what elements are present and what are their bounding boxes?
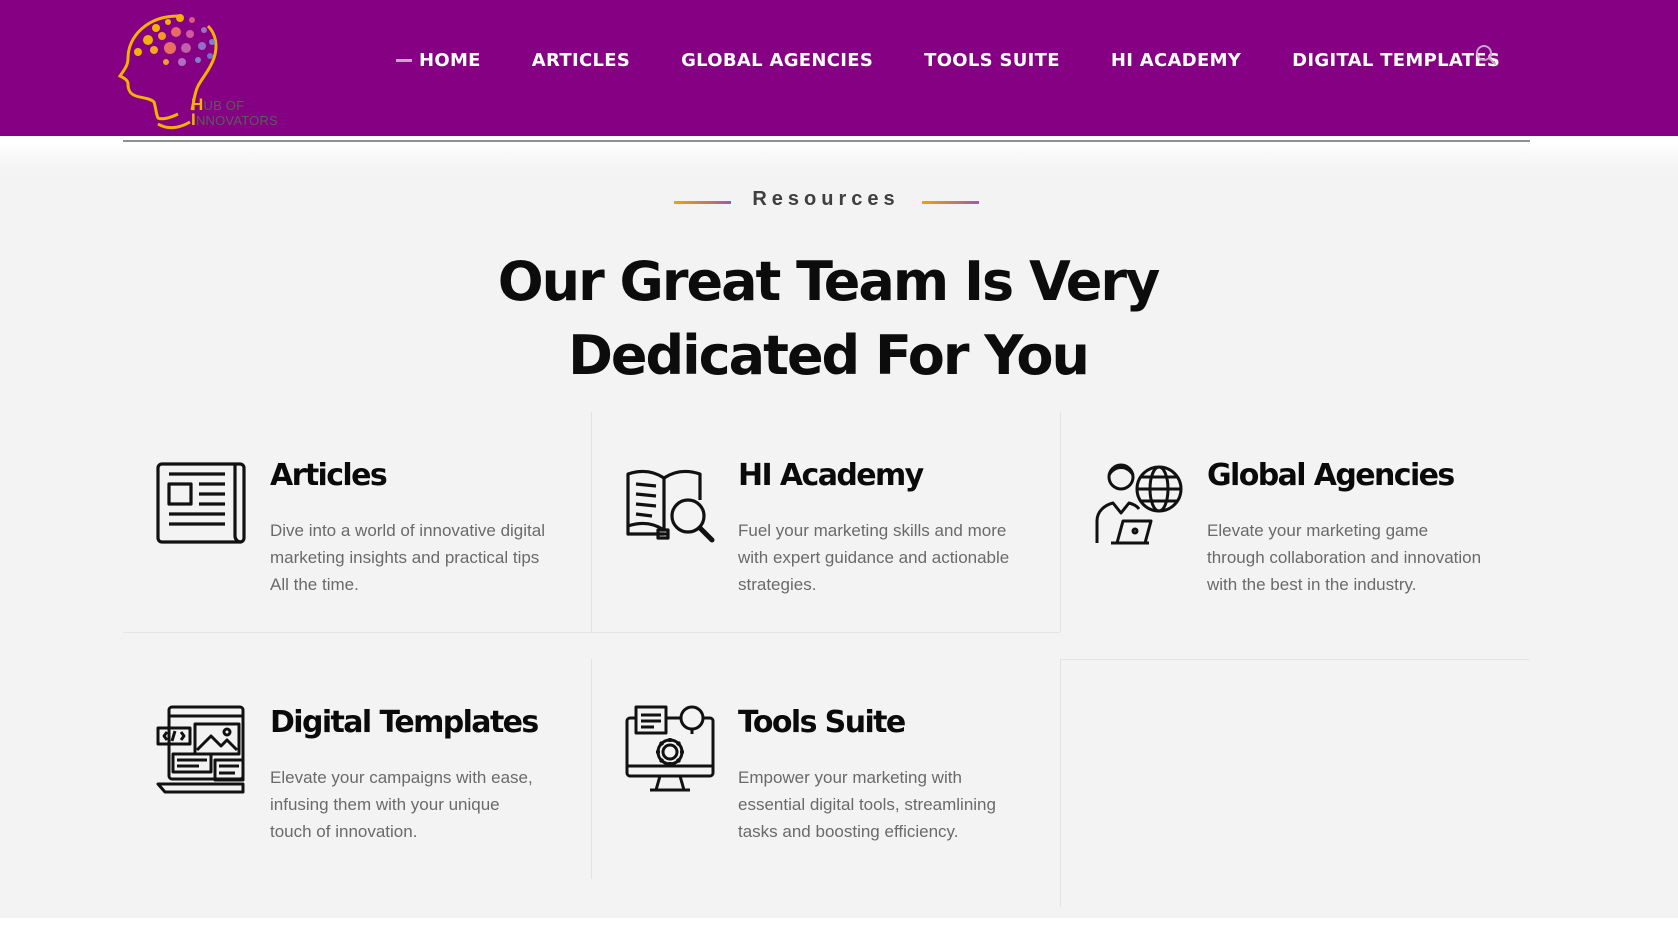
nav-item-home[interactable]: HOME xyxy=(396,50,481,71)
nav-label-home[interactable]: HOME xyxy=(419,50,481,71)
card-title-tools-suite[interactable]: Tools Suite xyxy=(738,705,906,740)
card-desc-digital-templates: Elevate your campaigns with ease, infusi… xyxy=(270,768,533,841)
card-title-digital-templates[interactable]: Digital Templates xyxy=(270,705,539,740)
card-desc-global-agencies: Elevate your marketing game through coll… xyxy=(1207,521,1482,594)
card-title-global-agencies[interactable]: Global Agencies xyxy=(1207,458,1455,493)
book-search-icon xyxy=(624,460,716,552)
card-desc-hi-academy: Fuel your marketing skills and more with… xyxy=(738,521,1010,594)
logo-wordmark: HUB OF INNOVATORS xyxy=(191,96,278,129)
grid-divider-v1 xyxy=(591,412,592,632)
search-icon[interactable] xyxy=(1474,43,1498,67)
grid-divider-v3 xyxy=(591,659,592,879)
grid-divider-v4 xyxy=(1060,659,1061,907)
active-indicator xyxy=(396,58,412,62)
section-headline: Our Great Team Is Very Dedicated For You xyxy=(0,245,1656,393)
header-shadow-band xyxy=(0,142,1678,170)
logo-text-line1: UB OF xyxy=(203,98,245,113)
card-desc-tools-suite: Empower your marketing with essential di… xyxy=(738,768,996,841)
nav-item-articles[interactable]: ARTICLES xyxy=(532,50,630,71)
templates-icon xyxy=(155,704,247,796)
nav-item-global-agencies[interactable]: GLOBAL AGENCIES xyxy=(681,50,873,71)
grid-divider-v2 xyxy=(1060,412,1061,632)
eyebrow-line-right xyxy=(922,201,979,204)
newspaper-icon xyxy=(155,460,247,552)
grid-divider-h1 xyxy=(123,632,1060,633)
headline-line-2: Dedicated For You xyxy=(568,324,1090,387)
nav-item-digital-templates[interactable]: DIGITAL TEMPLATES xyxy=(1292,50,1500,71)
nav-item-tools-suite[interactable]: TOOLS SUITE xyxy=(924,50,1060,71)
logo-text-line2: NNOVATORS xyxy=(195,113,278,128)
headline-line-1: Our Great Team Is Very xyxy=(497,250,1161,313)
grid-divider-h2 xyxy=(1060,659,1530,660)
agent-globe-icon xyxy=(1093,457,1185,549)
nav-item-hi-academy[interactable]: HI ACADEMY xyxy=(1111,50,1241,71)
section-eyebrow: Resources xyxy=(752,188,900,210)
card-title-articles[interactable]: Articles xyxy=(270,458,388,493)
main-nav: HOME ARTICLES GLOBAL AGENCIES TOOLS SUIT… xyxy=(396,46,1500,74)
card-desc-articles: Dive into a world of innovative digital … xyxy=(270,521,545,594)
monitor-gear-icon xyxy=(624,704,716,796)
footer-band xyxy=(0,918,1678,942)
card-title-hi-academy[interactable]: HI Academy xyxy=(738,458,924,493)
